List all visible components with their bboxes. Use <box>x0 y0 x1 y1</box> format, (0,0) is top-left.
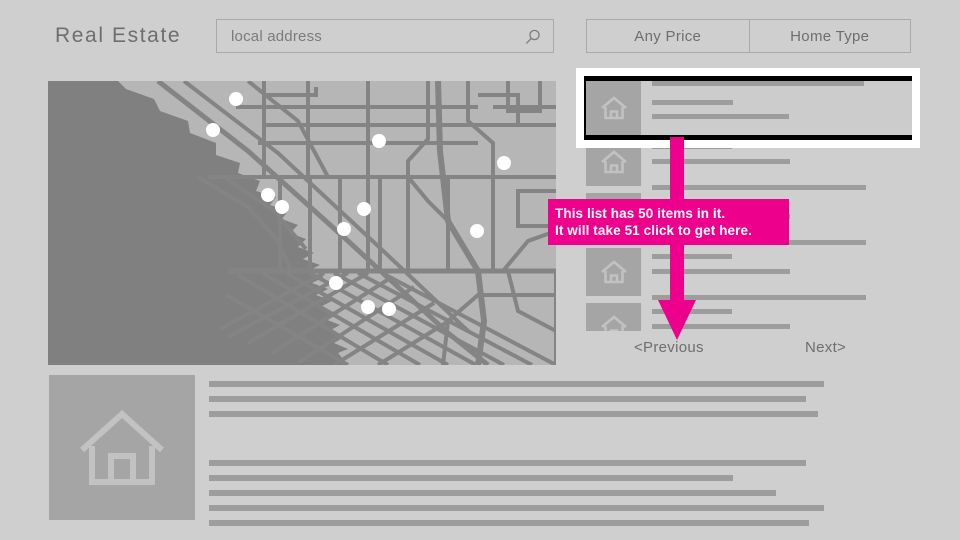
map-marker <box>337 222 351 236</box>
detail-line <box>209 460 806 466</box>
filter-button-group: Any Price Home Type <box>586 19 911 53</box>
page-title: Real Estate <box>55 24 182 47</box>
map-marker <box>361 300 375 314</box>
annotation-callout-line-2: It will take 51 click to get here. <box>555 223 752 238</box>
map-marker <box>261 188 275 202</box>
result-line <box>652 81 864 86</box>
result-item-4[interactable] <box>586 248 912 300</box>
search-input-value: local address <box>231 28 322 45</box>
detail-line <box>209 411 818 417</box>
home-type-filter[interactable]: Home Type <box>748 20 911 52</box>
result-item-5[interactable] <box>586 303 912 331</box>
annotation-callout-line-1: This list has 50 items in it. <box>555 206 726 221</box>
detail-line <box>209 490 776 496</box>
detail-thumbnail[interactable] <box>49 375 195 520</box>
map-marker <box>206 123 220 137</box>
search-input[interactable]: local address <box>216 19 554 53</box>
map-marker <box>329 276 343 290</box>
next-page-link[interactable]: Next> <box>805 339 846 356</box>
result-thumbnail <box>586 81 641 135</box>
result-thumbnail <box>586 303 641 331</box>
any-price-filter[interactable]: Any Price <box>587 20 749 52</box>
result-item-1[interactable] <box>586 81 912 135</box>
map-marker <box>497 156 511 170</box>
real-estate-app: Real Estate local address Any Price Home… <box>0 0 960 540</box>
result-line <box>652 114 789 119</box>
search-icon[interactable] <box>524 29 541 46</box>
map-view[interactable] <box>48 81 556 365</box>
map-marker <box>357 202 371 216</box>
map-marker <box>382 302 396 316</box>
map-marker <box>470 224 484 238</box>
map-marker <box>229 92 243 106</box>
detail-line <box>209 396 806 402</box>
result-line <box>652 100 733 105</box>
map-canvas <box>48 81 556 365</box>
annotation-callout: This list has 50 items in it. It will ta… <box>548 199 789 245</box>
map-marker <box>372 134 386 148</box>
map-marker <box>275 200 289 214</box>
detail-line <box>209 505 824 511</box>
result-thumbnail <box>586 248 641 296</box>
detail-line <box>209 475 733 481</box>
detail-line <box>209 381 824 387</box>
previous-page-link[interactable]: <Previous <box>634 339 704 356</box>
detail-line <box>209 520 809 526</box>
